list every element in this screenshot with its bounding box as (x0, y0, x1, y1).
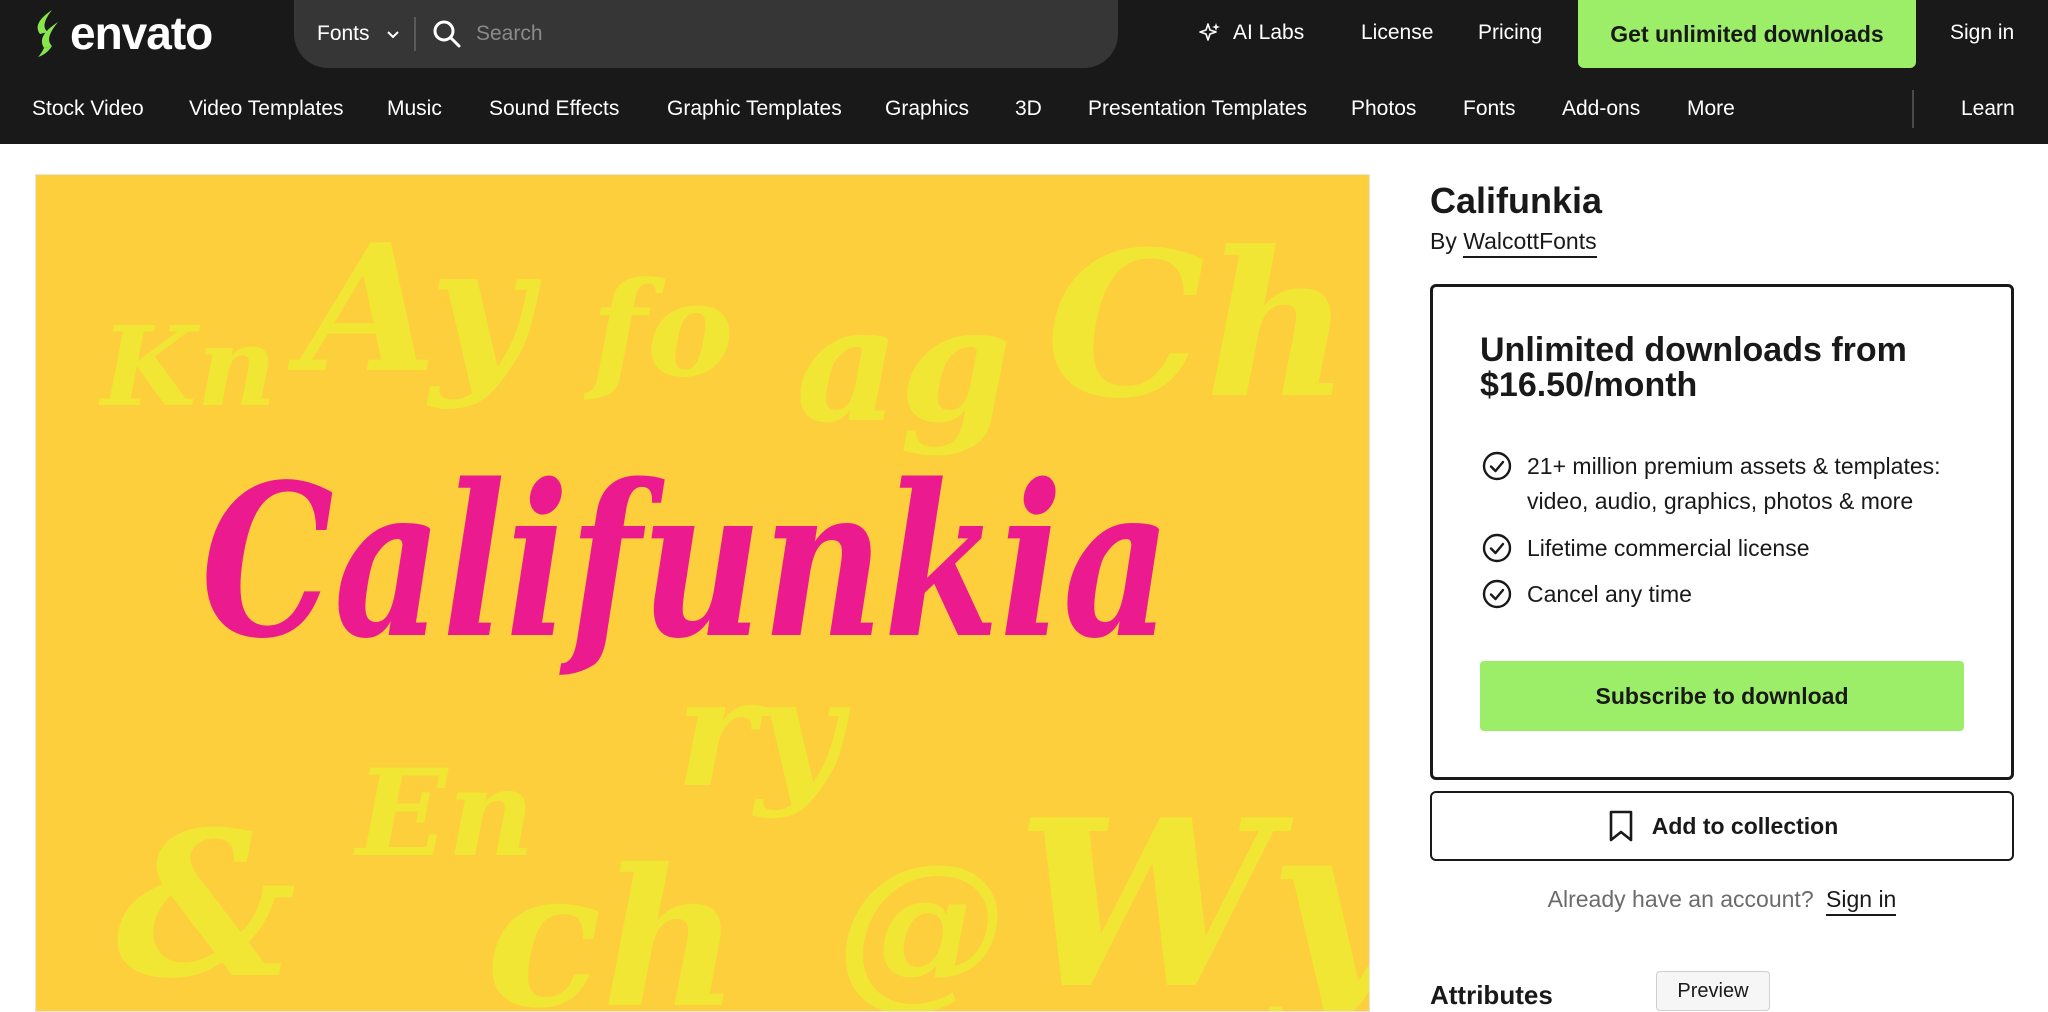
glyph-sample-ay: Ay (287, 207, 542, 412)
search-icon[interactable] (432, 19, 462, 49)
author-byline: By WalcottFonts (1430, 228, 1597, 258)
nav-item-add-ons[interactable]: Add-ons (1562, 96, 1640, 122)
pricing-link[interactable]: Pricing (1478, 20, 1542, 46)
nav-item-video-templates[interactable]: Video Templates (189, 96, 344, 122)
nav-item-learn[interactable]: Learn (1961, 96, 2015, 122)
glyph-sample-ampersand: & (116, 788, 297, 1012)
font-name-headline: Califunkia (201, 438, 1171, 685)
nav-divider (1912, 90, 1914, 128)
subscription-heading: Unlimited downloads from $16.50/month (1480, 331, 1907, 404)
glyph-sample-wy: Wy (1016, 770, 1370, 1012)
by-label: By (1430, 228, 1457, 254)
nav-item-graphic-templates[interactable]: Graphic Templates (667, 96, 842, 122)
attributes-heading: Attributes (1430, 980, 1553, 1010)
benefit-item: 21+ million premium assets & templates: … (1481, 449, 1967, 519)
search-input[interactable] (476, 14, 1118, 54)
bookmark-icon (1609, 810, 1633, 842)
account-prompt-text: Already have an account? (1547, 886, 1814, 912)
sign-in-link[interactable]: Sign in (1950, 20, 2014, 46)
search-category-label: Fonts (317, 22, 370, 45)
add-to-collection-label: Add to collection (1651, 812, 1839, 839)
glyph-sample-ag: ag (796, 270, 1012, 458)
nav-item-3d[interactable]: 3D (1015, 96, 1042, 122)
product-preview-image[interactable]: Kn Ay fo ag Ch ry En & ch @ Wy Califunki… (35, 174, 1370, 1012)
subscription-card: Unlimited downloads from $16.50/month 21… (1430, 284, 2014, 780)
benefit-text: Cancel any time (1527, 581, 1692, 607)
preview-tooltip[interactable]: Preview (1656, 971, 1770, 1011)
envato-logo[interactable]: envato (30, 6, 213, 60)
account-sign-in-link[interactable]: Sign in (1826, 886, 1897, 916)
benefit-text: 21+ million premium assets & templates: … (1527, 453, 1941, 514)
add-to-collection-button[interactable]: Add to collection (1430, 791, 2014, 861)
ai-labs-label: AI Labs (1233, 21, 1305, 44)
nav-item-graphics[interactable]: Graphics (885, 96, 969, 122)
font-specimen-artwork: Kn Ay fo ag Ch ry En & ch @ Wy Califunki… (36, 175, 1370, 1012)
get-unlimited-downloads-button[interactable]: Get unlimited downloads (1578, 0, 1916, 68)
check-circle-icon (1482, 451, 1512, 481)
glyph-sample-at: @ (836, 826, 1006, 1012)
glyph-sample-fo: fo (583, 253, 734, 406)
product-title: Califunkia (1430, 180, 1603, 221)
nav-item-photos[interactable]: Photos (1351, 96, 1416, 122)
envato-leaf-icon (37, 10, 58, 57)
nav-item-stock-video[interactable]: Stock Video (32, 96, 144, 122)
nav-item-fonts[interactable]: Fonts (1463, 96, 1516, 122)
ai-labs-link[interactable]: AI Labs (1199, 20, 1304, 46)
benefit-item: Lifetime commercial license (1481, 531, 1967, 566)
logo-text: envato (70, 7, 213, 59)
account-prompt: Already have an account? Sign in (1430, 886, 2014, 916)
benefit-text: Lifetime commercial license (1527, 535, 1810, 561)
subscribe-to-download-button[interactable]: Subscribe to download (1480, 661, 1964, 731)
search-bar: Fonts (294, 0, 1118, 68)
nav-item-more[interactable]: More (1687, 96, 1735, 122)
nav-item-sound-effects[interactable]: Sound Effects (489, 96, 619, 122)
author-link[interactable]: WalcottFonts (1463, 228, 1597, 258)
benefit-item: Cancel any time (1481, 577, 1967, 612)
top-bar: envato Fonts AI Labs License Pricing Get… (0, 0, 2048, 74)
license-link[interactable]: License (1361, 20, 1433, 46)
glyph-sample-kn: Kn (98, 302, 277, 431)
sparkle-icon (1199, 23, 1220, 41)
check-circle-icon (1482, 579, 1512, 609)
glyph-sample-ch: ch (486, 827, 740, 1012)
category-nav: Stock Video Video Templates Music Sound … (0, 74, 2048, 144)
nav-item-music[interactable]: Music (387, 96, 442, 122)
check-circle-icon (1482, 533, 1512, 563)
chevron-down-icon (386, 31, 399, 39)
glyph-sample-ch-upper: Ch (1046, 208, 1351, 443)
nav-item-presentation-templates[interactable]: Presentation Templates (1088, 96, 1307, 122)
search-category-dropdown[interactable]: Fonts (294, 17, 416, 51)
